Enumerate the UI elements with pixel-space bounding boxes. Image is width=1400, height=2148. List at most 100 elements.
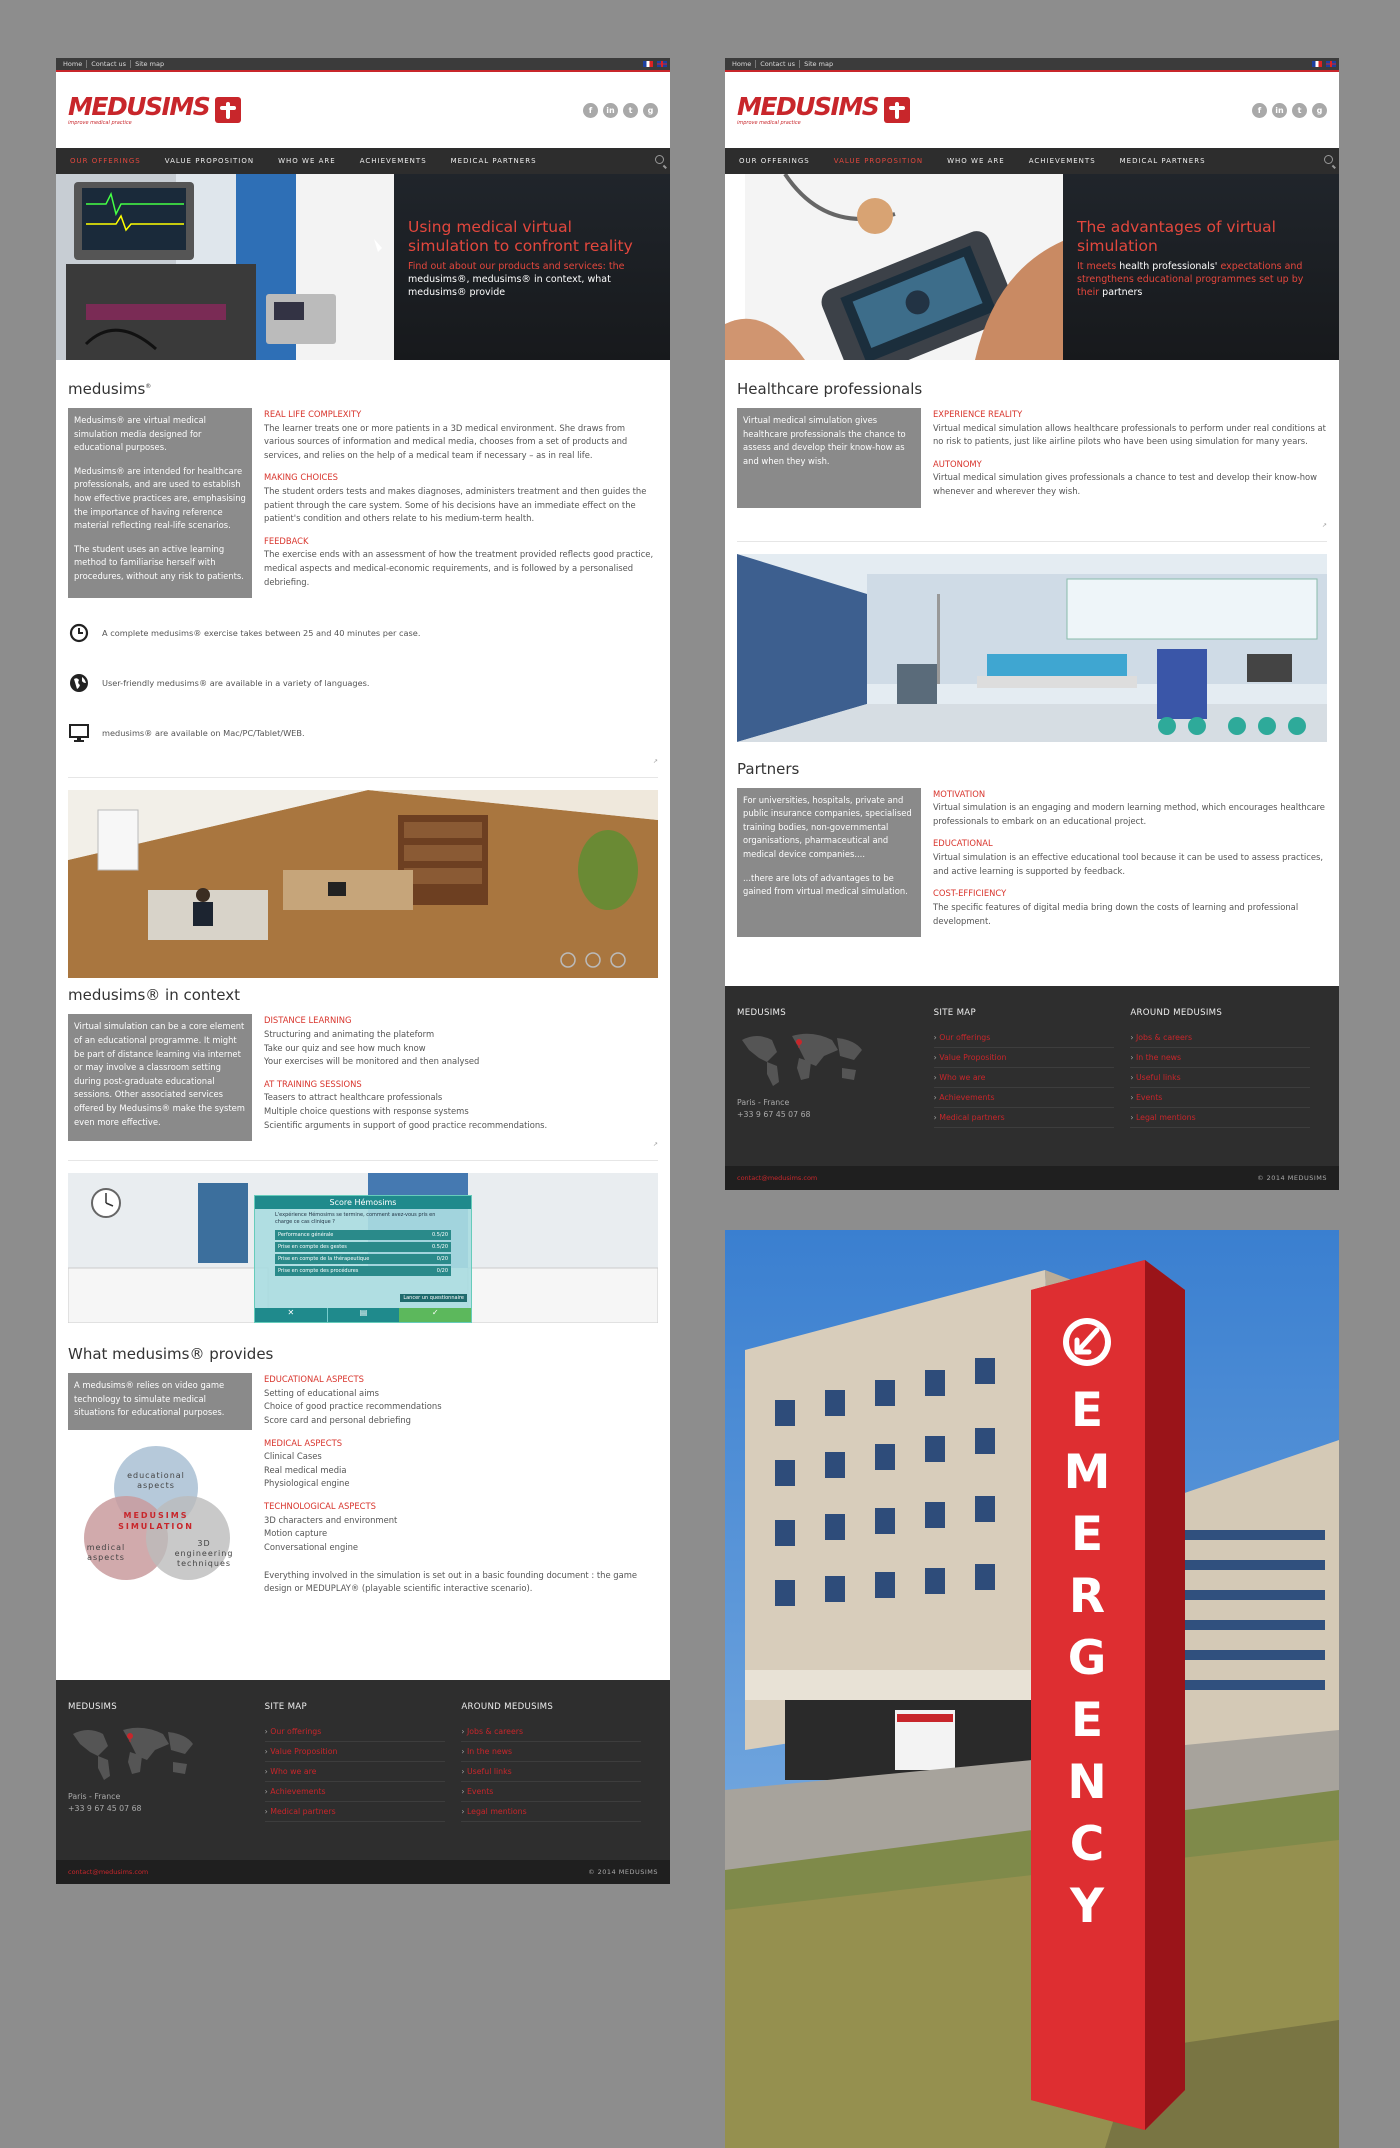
footer-link[interactable]: Legal mentions [1130, 1108, 1311, 1128]
svg-text:medical: medical [87, 1543, 126, 1552]
score-row-label: Prise en compte des procédures [278, 1268, 359, 1275]
site-header: MEDUSIMS improve medical practice f in t… [725, 72, 1339, 148]
footer-link[interactable]: Value Proposition [933, 1048, 1114, 1068]
search-icon[interactable] [655, 155, 664, 164]
nav-who-we-are[interactable]: WHO WE ARE [278, 157, 336, 165]
english-flag-icon[interactable] [657, 61, 667, 67]
context-title: AT TRAINING SESSIONS [264, 1078, 362, 1089]
footer-link[interactable]: Jobs & careers [1130, 1028, 1311, 1048]
footer-col-medusims: MEDUSIMS Paris - France +33 9 67 45 07 68 [737, 1008, 934, 1128]
footer-link[interactable]: Who we are [933, 1068, 1114, 1088]
svg-text:engineering: engineering [175, 1549, 234, 1558]
linkedin-icon[interactable]: in [603, 102, 618, 118]
twitter-icon[interactable]: t [1292, 102, 1307, 118]
feature-list: REAL LIFE COMPLEXITY The learner treats o… [264, 408, 658, 598]
hero-banner: The advantages of virtual simulation It … [725, 174, 1339, 360]
footer-email-link[interactable]: contact@medusims.com [737, 1174, 817, 1182]
footer-email-link[interactable]: contact@medusims.com [68, 1868, 148, 1876]
utility-bar: Home Contact us Site map [725, 58, 1339, 72]
partners-paragraph: ...there are lots of advantages to be ga… [743, 872, 908, 897]
partners-item: MOTIVATION Virtual simulation is an engag… [933, 788, 1327, 829]
info-text: User-friendly medusims® are available in… [102, 678, 370, 689]
footer-link[interactable]: Who we are [264, 1762, 445, 1782]
footer-link[interactable]: Useful links [461, 1762, 642, 1782]
footer-link[interactable]: Events [461, 1782, 642, 1802]
address-line: Paris - France [737, 1098, 790, 1107]
nav-achievements[interactable]: ACHIEVEMENTS [360, 157, 427, 165]
nav-our-offerings[interactable]: OUR OFFERINGS [739, 157, 810, 165]
french-flag-icon[interactable] [1312, 61, 1322, 67]
footer-link[interactable]: Achievements [264, 1782, 445, 1802]
site-footer: MEDUSIMS Paris - France +33 9 67 45 07 68… [56, 1680, 670, 1884]
hero-sub-red: Find out about our products and services… [408, 261, 625, 273]
provides-item: TECHNOLOGICAL ASPECTS 3D characters and … [264, 1500, 658, 1554]
confirm-icon[interactable]: ✓ [399, 1308, 472, 1323]
footer-col-around: AROUND MEDUSIMS Jobs & careers In the ne… [461, 1702, 658, 1822]
nav-our-offerings[interactable]: OUR OFFERINGS [70, 157, 141, 165]
googleplus-icon[interactable]: g [1312, 102, 1327, 118]
footer-link[interactable]: Events [1130, 1088, 1311, 1108]
linkedin-icon[interactable]: in [1272, 102, 1287, 118]
footer-link[interactable]: Jobs & careers [461, 1722, 642, 1742]
footer-link[interactable]: Medical partners [933, 1108, 1114, 1128]
french-flag-icon[interactable] [643, 61, 653, 67]
score-row-value: 0.5/20 [432, 1244, 448, 1251]
nav-who-we-are[interactable]: WHO WE ARE [947, 157, 1005, 165]
footer-link[interactable]: Legal mentions [461, 1802, 642, 1822]
logo[interactable]: MEDUSIMS improve medical practice [68, 92, 242, 126]
print-icon[interactable]: ▤ [326, 1308, 400, 1323]
home-link[interactable]: Home [59, 60, 88, 68]
english-flag-icon[interactable] [1326, 61, 1336, 67]
footer-copyright: © 2014 MEDUSIMS [1257, 1174, 1327, 1182]
footer-link[interactable]: Useful links [1130, 1068, 1311, 1088]
footer-link[interactable]: Medical partners [264, 1802, 445, 1822]
footer-link[interactable]: In the news [1130, 1048, 1311, 1068]
info-text: A complete medusims® exercise takes betw… [102, 628, 421, 639]
footer-link[interactable]: Value Proposition [264, 1742, 445, 1762]
contact-link[interactable]: Contact us [87, 60, 132, 68]
nav-medical-partners[interactable]: MEDICAL PARTNERS [451, 157, 537, 165]
hero-text: The advantages of virtual simulation It … [1063, 174, 1339, 360]
clock-icon [68, 622, 90, 644]
sitemap-link[interactable]: Site map [800, 60, 837, 68]
logo-wordmark: MEDUSIMS [68, 92, 211, 121]
partners-title: EDUCATIONAL [933, 838, 993, 849]
context-line: Structuring and animating the plateform [264, 1028, 435, 1039]
provides-line: Physiological engine [264, 1478, 350, 1489]
home-link[interactable]: Home [728, 60, 757, 68]
context-paragraph: Virtual simulation can be a core element… [74, 1021, 245, 1127]
facebook-icon[interactable]: f [1252, 102, 1267, 118]
nav-value-proposition[interactable]: VALUE PROPOSITION [165, 157, 254, 165]
search-icon[interactable] [1324, 155, 1333, 164]
close-icon[interactable]: ✕ [255, 1308, 327, 1323]
nav-value-proposition[interactable]: VALUE PROPOSITION [834, 157, 923, 165]
svg-text:3D: 3D [197, 1539, 210, 1548]
provides-line: Clinical Cases [264, 1451, 322, 1462]
hero-title: Using medical virtual simulation to conf… [408, 218, 633, 255]
hero-subtitle: It meets health professionals' expectati… [1077, 261, 1325, 299]
footer-link[interactable]: Our offerings [933, 1028, 1114, 1048]
footer-link[interactable]: In the news [461, 1742, 642, 1762]
nav-achievements[interactable]: ACHIEVEMENTS [1029, 157, 1096, 165]
address-line: Paris - France [68, 1792, 121, 1801]
sitemap-link[interactable]: Site map [131, 60, 168, 68]
footer-link[interactable]: Achievements [933, 1088, 1114, 1108]
nav-medical-partners[interactable]: MEDICAL PARTNERS [1120, 157, 1206, 165]
footer-link[interactable]: Our offerings [264, 1722, 445, 1742]
hero-sub-b: health professionals' [1119, 261, 1218, 273]
footer-col-medusims: MEDUSIMS Paris - France +33 9 67 45 07 68 [68, 1702, 265, 1822]
svg-text:educational: educational [127, 1471, 185, 1480]
logo[interactable]: MEDUSIMS improve medical practice [737, 94, 911, 126]
contact-link[interactable]: Contact us [756, 60, 801, 68]
facebook-icon[interactable]: f [583, 102, 598, 118]
provides-item: MEDICAL ASPECTS Clinical Cases Real medi… [264, 1437, 658, 1491]
intro-paragraph: The student uses an active learning meth… [74, 543, 244, 582]
section-healthcare: Virtual medical simulation gives healthc… [737, 408, 1327, 508]
footer-heading: MEDUSIMS [737, 1008, 787, 1018]
site-header: MEDUSIMS improve medical practice f in t… [56, 72, 670, 148]
launch-questionnaire-button[interactable]: Lancer un questionnaire [400, 1294, 467, 1303]
twitter-icon[interactable]: t [623, 102, 638, 118]
page-corner-mark: ↗ [652, 758, 658, 766]
googleplus-icon[interactable]: g [643, 102, 658, 118]
context-line: Scientific arguments in support of good … [264, 1119, 548, 1130]
